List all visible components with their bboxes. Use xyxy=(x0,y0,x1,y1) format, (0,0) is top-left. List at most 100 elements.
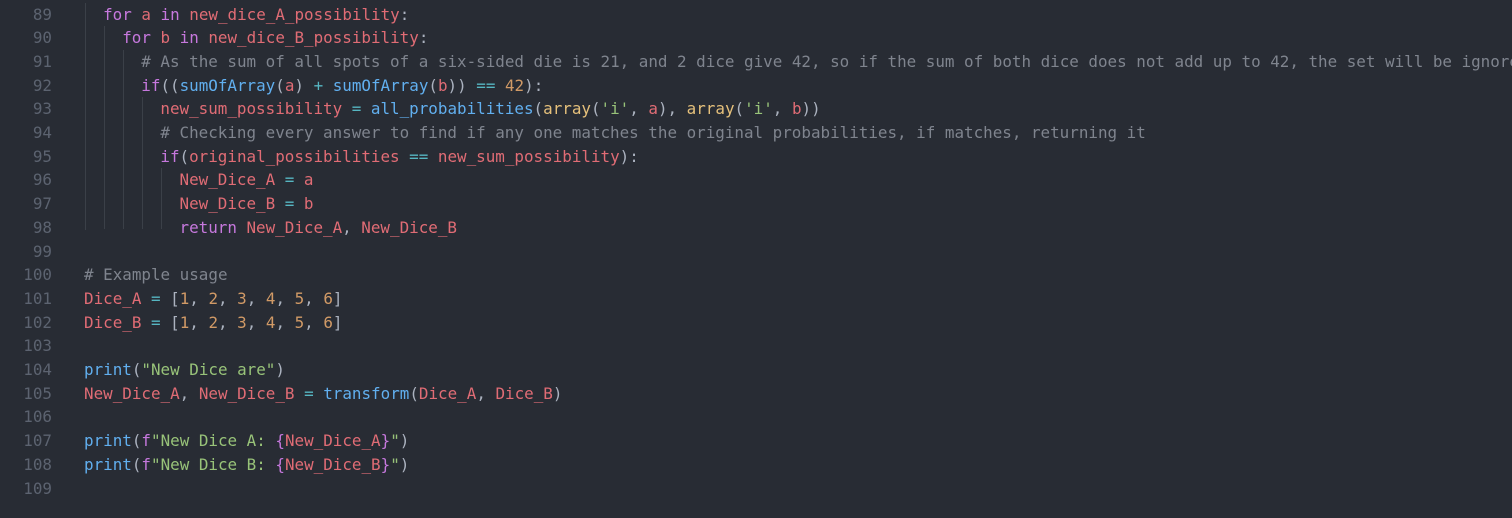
code-line[interactable]: 106 xyxy=(0,405,1512,429)
code-line[interactable]: 101 Dice_A = [1, 2, 3, 4, 5, 6] xyxy=(0,287,1512,311)
code-token: array xyxy=(686,99,735,119)
code-token: new_sum_possibility xyxy=(160,99,343,119)
code-token: b xyxy=(303,194,314,214)
indent-guide xyxy=(104,26,106,230)
code-line[interactable]: 93 new_sum_possibility = all_probabilitie… xyxy=(0,97,1512,121)
code-token: 2 xyxy=(208,312,219,332)
code-token: } xyxy=(380,431,391,451)
code-text: for a in new_dice_A_possibility: xyxy=(103,3,409,27)
code-token: = xyxy=(150,288,161,308)
code-token: ( xyxy=(533,99,544,119)
line-number: 92 xyxy=(32,75,52,95)
code-token: if xyxy=(160,146,180,166)
code-token: 1 xyxy=(179,288,190,308)
line-number: 89 xyxy=(32,4,52,24)
code-line[interactable]: 99 xyxy=(0,240,1512,264)
code-line[interactable]: 104 print("New Dice are") xyxy=(0,358,1512,382)
code-token: 'i' xyxy=(744,99,773,119)
line-number: 109 xyxy=(23,478,52,498)
code-line[interactable]: 90 for b in new_dice_B_possibility: xyxy=(0,26,1512,50)
code-line[interactable]: 95 if(original_possibilities == new_sum_p… xyxy=(0,145,1512,169)
code-token: # As the sum of all spots of a six-sided… xyxy=(141,51,1512,71)
code-token: for xyxy=(103,4,132,24)
code-token: = xyxy=(284,194,295,214)
code-token: New_Dice_A xyxy=(84,383,180,403)
code-token: = xyxy=(351,99,362,119)
code-editor[interactable]: 89 for a in new_dice_A_possibility: 90 for … xyxy=(0,0,1512,518)
code-token: , xyxy=(179,383,199,403)
code-text: print(f"New Dice A: {New_Dice_A}") xyxy=(84,429,409,453)
code-token: Dice_B xyxy=(495,383,553,403)
line-number: 93 xyxy=(32,99,52,119)
code-token: ): xyxy=(524,75,544,95)
code-line[interactable]: 89 for a in new_dice_A_possibility: xyxy=(0,3,1512,27)
code-token: { xyxy=(275,431,285,451)
code-text: # Example usage xyxy=(84,263,228,287)
code-token: Dice_B xyxy=(84,312,142,332)
code-line[interactable]: 91 # As the sum of all spots of a six-sid… xyxy=(0,50,1512,74)
code-token: ] xyxy=(332,312,343,332)
code-token: b xyxy=(791,99,802,119)
code-line[interactable]: 108 print(f"New Dice B: {New_Dice_B}") xyxy=(0,453,1512,477)
code-line[interactable]: 97 New_Dice_B = b xyxy=(0,192,1512,216)
code-token: , xyxy=(218,288,238,308)
code-token: } xyxy=(380,454,391,474)
line-number: 107 xyxy=(23,431,52,451)
code-line[interactable]: 102 Dice_B = [1, 2, 3, 4, 5, 6] xyxy=(0,311,1512,335)
code-token: )) xyxy=(447,75,467,95)
line-number: 90 xyxy=(32,28,52,48)
code-token: ( xyxy=(179,146,190,166)
line-number: 99 xyxy=(32,241,52,261)
code-token: New_Dice_A xyxy=(284,431,381,451)
code-token: [ xyxy=(170,288,180,308)
code-token: in xyxy=(179,28,199,48)
code-token: ) xyxy=(399,454,410,474)
code-text: if(original_possibilities == new_sum_pos… xyxy=(160,145,638,169)
code-token: ( xyxy=(590,99,601,119)
code-token: ), xyxy=(657,99,687,119)
code-token: ( xyxy=(275,75,285,95)
code-text: for b in new_dice_B_possibility: xyxy=(122,26,428,50)
code-line[interactable]: 105 New_Dice_A, New_Dice_B = transform(Di… xyxy=(0,382,1512,406)
code-token: # Example usage xyxy=(84,265,228,285)
code-line[interactable]: 109 xyxy=(0,477,1512,501)
code-token: " xyxy=(390,431,400,451)
code-line[interactable]: 92 if((sumOfArray(a) + sumOfArray(b)) == … xyxy=(0,74,1512,98)
code-token: 5 xyxy=(294,288,305,308)
code-token: [ xyxy=(170,312,180,332)
code-line[interactable]: 98 return New_Dice_A, New_Dice_B xyxy=(0,216,1512,240)
code-line[interactable]: 107 print(f"New Dice A: {New_Dice_A}") xyxy=(0,429,1512,453)
code-line[interactable]: 96 New_Dice_A = a xyxy=(0,168,1512,192)
code-text: Dice_B = [1, 2, 3, 4, 5, 6] xyxy=(84,311,342,335)
code-text: print("New Dice are") xyxy=(84,358,285,382)
code-line[interactable]: 100 # Example usage xyxy=(0,263,1512,287)
code-token: print xyxy=(84,431,132,451)
code-token: New_Dice_B xyxy=(198,383,295,403)
code-token: (( xyxy=(160,75,180,95)
code-line[interactable]: 103 xyxy=(0,334,1512,358)
code-text: print(f"New Dice B: {New_Dice_B}") xyxy=(84,453,409,477)
code-token: 'i' xyxy=(600,99,630,119)
code-text: # Checking every answer to find if any o… xyxy=(160,121,1145,145)
code-token: , xyxy=(342,217,362,237)
code-text: New_Dice_A = a xyxy=(180,168,314,192)
line-number: 105 xyxy=(23,383,52,403)
code-token: ( xyxy=(131,431,142,451)
code-token: 42 xyxy=(504,75,525,95)
code-line[interactable]: 94 # Checking every answer to find if any… xyxy=(0,121,1512,145)
code-token: 2 xyxy=(208,288,219,308)
indent-guide xyxy=(161,168,163,230)
line-number: 103 xyxy=(23,336,52,356)
